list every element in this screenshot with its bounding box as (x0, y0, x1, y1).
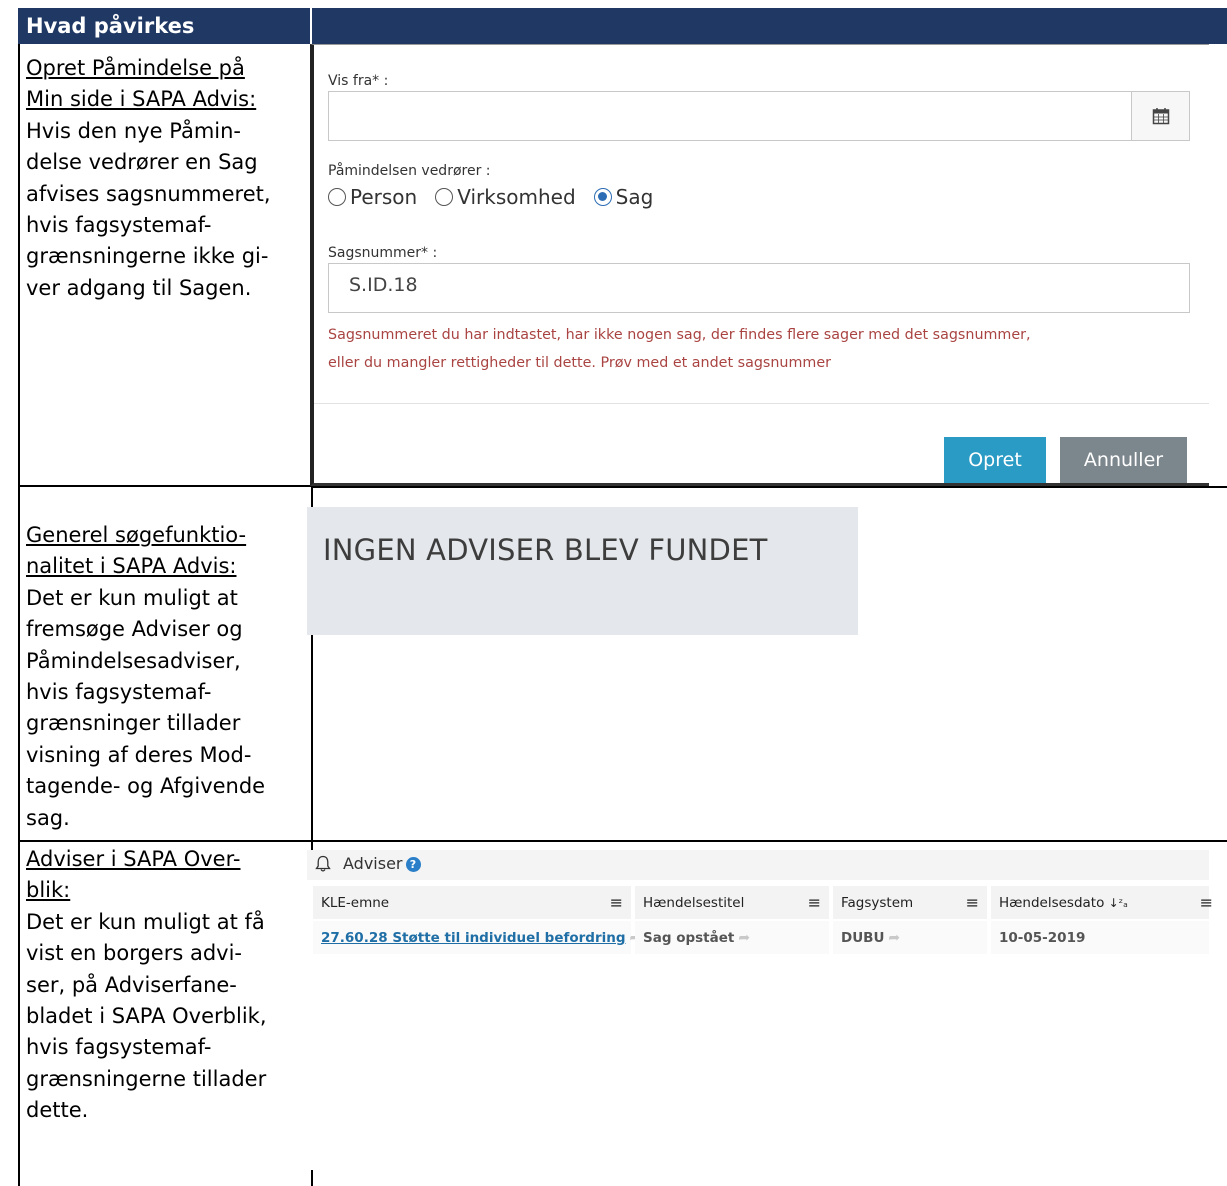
row3-link-line: blik: (26, 878, 71, 903)
column-header-fagsystem[interactable]: Fagsystem ≡ (833, 886, 987, 919)
row3-body-line: bladet i SAPA Overblik, (26, 1004, 267, 1029)
column-header-haendelsesdato[interactable]: Hændelsesdato ↓ᶻₐ ≡ (991, 886, 1213, 919)
row3-body-line: vist en borgers advi- (26, 941, 242, 966)
row2-body-line: Det er kun muligt at (26, 585, 238, 610)
row1-link-line: Min side i SAPA Advis: (26, 87, 257, 112)
sagsnummer-value: S.ID.18 (349, 274, 418, 296)
row-divider-1-right (313, 486, 1227, 488)
row1-body-line: grænsningerne ikke gi- (26, 244, 269, 269)
column-header-label: Hændelsestitel (643, 895, 745, 911)
vedrorer-radio-group: Person Virksomhed Sag (328, 185, 653, 209)
vis-fra-input[interactable] (328, 91, 1190, 141)
no-results-panel: INGEN ADVISER BLEV FUNDET (307, 507, 858, 635)
row-divider-1 (18, 485, 313, 487)
share-arrow-icon[interactable]: ➦ (738, 930, 750, 946)
column-header-kle[interactable]: KLE-emne ≡ (313, 886, 631, 919)
opret-button[interactable]: Opret (944, 437, 1046, 483)
annuller-button[interactable]: Annuller (1060, 437, 1187, 483)
create-reminder-dialog: Vis fra* : Påmindelsen vedrører : Person… (310, 44, 1209, 486)
share-arrow-icon[interactable]: ➦ (888, 930, 900, 946)
table-row-cell-fagsystem: DUBU ➦ (833, 921, 987, 954)
row-divider-2 (18, 840, 1227, 842)
sagsnummer-input[interactable]: S.ID.18 (328, 263, 1190, 313)
radio-person[interactable]: Person (328, 185, 417, 209)
row3-body-line: grænsningerne tillader (26, 1066, 267, 1091)
row1-body-line: Hvis den nye Påmin- (26, 118, 242, 143)
adviser-title-text: Adviser (343, 854, 403, 873)
haendelsesdato-value: 10-05-2019 (999, 930, 1086, 946)
row2-body-line: Påmindelsesadviser, (26, 648, 241, 673)
row1-link-line: Opret Påmindelse på (26, 56, 245, 80)
table-cell: 10-05-2019 (999, 930, 1085, 946)
vis-fra-label: Vis fra* : (328, 73, 389, 89)
row1-body-line: delse vedrører en Sag (26, 150, 258, 175)
radio-sag[interactable]: Sag (593, 185, 654, 209)
radio-label: Person (350, 185, 418, 209)
table-row-cell-dato: 10-05-2019 (991, 921, 1209, 954)
row1-body-line: hvis fagsystemaf- (26, 213, 212, 238)
sort-icon[interactable]: ↓ᶻₐ (1109, 896, 1128, 910)
column-header-label: Fagsystem (841, 895, 914, 911)
calendar-icon (1152, 108, 1169, 125)
haendelsestitel-value: Sag opstået (643, 930, 735, 946)
vedrorer-label: Påmindelsen vedrører : (328, 163, 491, 179)
row2-body-line: visning af deres Mod- (26, 742, 252, 767)
kle-link[interactable]: 27.60.28 Støtte til individuel befordrin… (321, 930, 626, 946)
row3-body-line: ser, på Adviserfane- (26, 972, 237, 997)
row2-link-line: Generel søgefunktio- (26, 523, 247, 547)
row2-body-line: grænsninger tillader (26, 711, 241, 736)
radio-virksomhed[interactable]: Virksomhed (435, 185, 576, 209)
radio-circle (435, 188, 454, 206)
row3-description: Adviser i SAPA Over- blik: Det er kun mu… (26, 844, 310, 1127)
radio-label: Sag (615, 185, 654, 209)
column-menu-icon[interactable]: ≡ (808, 893, 821, 912)
row2-link-line: nalitet i SAPA Advis: (26, 554, 237, 579)
table-header-title: Hvad påvirkes (26, 14, 195, 38)
column-header-label: KLE-emne (321, 895, 390, 911)
row1-description: Opret Påmindelse på Min side i SAPA Advi… (26, 53, 310, 304)
row2-description: Generel søgefunktio- nalitet i SAPA Advi… (26, 520, 310, 834)
table-cell: Sag opstået ➦ (643, 930, 750, 946)
table-header-row: Hvad påvirkes (18, 8, 1227, 44)
row3-body-line: dette. (26, 1098, 89, 1123)
adviser-title: Adviser? (343, 854, 421, 873)
row2-body-line: hvis fagsystemaf- (26, 680, 212, 705)
error-message-line: eller du mangler rettigheder til dette. … (328, 355, 832, 371)
row2-body-line: fremsøge Adviser og (26, 617, 243, 642)
table-row-cell-titel: Sag opstået ➦ (635, 921, 829, 954)
row2-body-line: tagende- og Afgivende (26, 774, 266, 799)
radio-circle (328, 188, 346, 206)
column-header-label: Hændelsesdato ↓ᶻₐ (999, 895, 1128, 911)
column-menu-icon[interactable]: ≡ (1200, 893, 1213, 912)
table-border-left (18, 44, 20, 1186)
row3-link-line: Adviser i SAPA Over- (26, 847, 241, 871)
row3-body-line: hvis fagsystemaf- (26, 1035, 212, 1060)
calendar-button[interactable] (1131, 92, 1189, 140)
column-header-text: Hændelsesdato (999, 895, 1105, 911)
bell-icon (315, 855, 331, 872)
row1-body-line: afvises sagsnummeret, (26, 181, 271, 206)
column-menu-icon[interactable]: ≡ (966, 893, 979, 912)
error-message-line: Sagsnummeret du har indtastet, har ikke … (328, 327, 1031, 343)
radio-circle-selected (593, 188, 612, 206)
help-icon[interactable]: ? (405, 857, 421, 872)
fagsystem-value: DUBU (841, 930, 885, 946)
adviser-panel-header: Adviser? (307, 850, 1209, 880)
column-menu-icon[interactable]: ≡ (610, 893, 623, 912)
radio-label: Virksomhed (457, 185, 576, 209)
no-results-message: INGEN ADVISER BLEV FUNDET (323, 533, 768, 567)
dialog-footer-divider (314, 403, 1209, 404)
sagsnummer-label: Sagsnummer* : (328, 245, 438, 261)
table-cell: DUBU ➦ (841, 930, 900, 946)
row3-body-line: Det er kun muligt at få (26, 909, 265, 934)
row2-body-line: sag. (26, 805, 70, 830)
row1-body-line: ver adgang til Sagen. (26, 275, 252, 300)
table-row-cell-kle: 27.60.28 Støtte til individuel befordrin… (313, 921, 641, 954)
table-cell: 27.60.28 Støtte til individuel befordrin… (321, 930, 641, 946)
column-header-haendelsestitel[interactable]: Hændelsestitel ≡ (635, 886, 829, 919)
table-header-cell: Hvad påvirkes (18, 8, 312, 44)
adviser-panel: Adviser? KLE-emne ≡ Hændelsestitel ≡ Fag… (307, 850, 1213, 1170)
